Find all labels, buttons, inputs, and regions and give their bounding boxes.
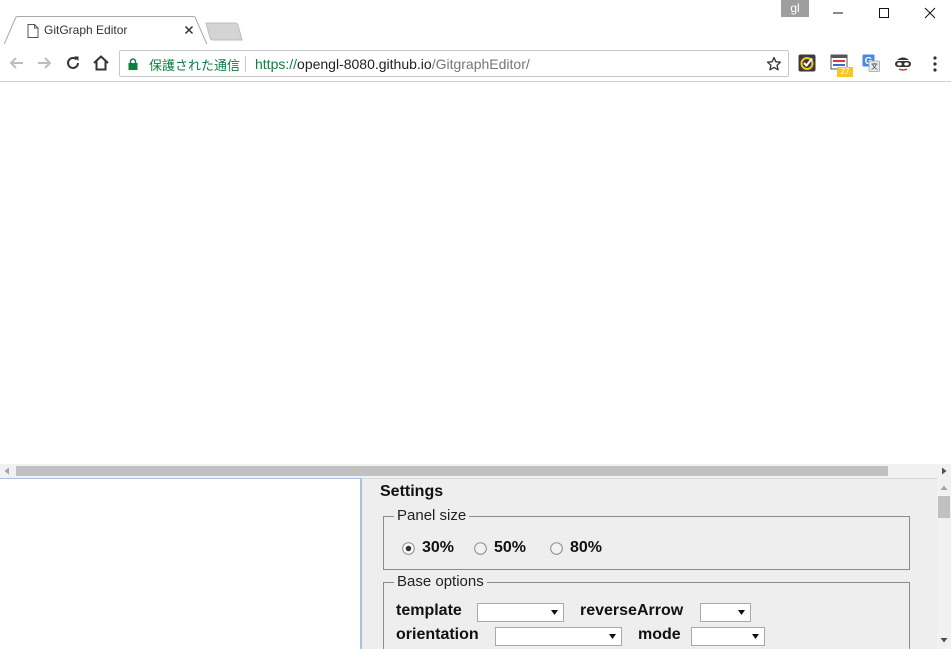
lock-icon <box>128 58 138 70</box>
translate-icon[interactable]: G <box>862 54 880 72</box>
orientation-select[interactable] <box>495 627 622 646</box>
scroll-up-icon[interactable] <box>940 484 948 492</box>
mode-label: mode <box>638 626 681 643</box>
url-host: opengl-8080.github.io <box>297 56 432 72</box>
dropdown-arrow-icon <box>609 634 616 639</box>
window-close-button[interactable] <box>907 0 951 26</box>
browser-toolbar: 保護された通信 https://opengl-8080.github.io/Gi… <box>0 44 951 82</box>
template-label: template <box>396 602 462 619</box>
scroll-down-icon[interactable] <box>940 636 948 644</box>
reload-icon[interactable] <box>64 54 82 72</box>
more-vert-icon[interactable] <box>928 55 942 73</box>
tab-strip: GitGraph Editor gl <box>0 0 951 45</box>
tab-title: GitGraph Editor <box>44 23 128 37</box>
url-path: /GitgraphEditor/ <box>431 56 530 72</box>
home-icon[interactable] <box>92 54 110 72</box>
star-icon[interactable] <box>766 56 782 72</box>
settings-panel: Settings Panel size 30% 50% 80% Base opt… <box>362 478 937 649</box>
base-options-legend: Base options <box>394 573 487 591</box>
extension-checkmark-icon[interactable] <box>798 54 816 72</box>
secure-connection-label[interactable]: 保護された通信 <box>149 55 240 74</box>
address-separator <box>245 56 246 72</box>
vertical-scroll-thumb[interactable] <box>938 496 950 518</box>
tab-gitgraph-editor[interactable]: GitGraph Editor <box>4 16 208 45</box>
url-text[interactable]: https://opengl-8080.github.io/GitgraphEd… <box>255 56 530 72</box>
maximize-button[interactable] <box>861 0 907 26</box>
browser-window: GitGraph Editor gl 保護された通信 https://openg… <box>0 0 951 649</box>
new-tab-button[interactable] <box>205 22 243 41</box>
horizontal-scroll-thumb[interactable] <box>16 466 888 476</box>
close-window-icon <box>924 7 936 19</box>
minimize-button[interactable] <box>815 0 861 26</box>
extension-count-badge: 27 <box>837 67 853 77</box>
dropdown-arrow-icon <box>738 610 745 615</box>
page-icon <box>27 24 39 38</box>
minimize-icon <box>833 12 843 14</box>
mode-select[interactable] <box>691 627 765 646</box>
dropdown-arrow-icon <box>551 610 558 615</box>
graph-canvas[interactable] <box>0 83 951 464</box>
orientation-label: orientation <box>396 626 479 643</box>
panel-size-label-80[interactable]: 80% <box>570 539 602 557</box>
maximize-icon <box>879 8 889 18</box>
panel-size-label-50[interactable]: 50% <box>494 539 526 557</box>
reverse-arrow-select[interactable] <box>700 603 751 622</box>
dropdown-arrow-icon <box>752 634 759 639</box>
panel-size-label-30[interactable]: 30% <box>422 539 454 557</box>
radio-unchecked-icon[interactable] <box>550 542 563 555</box>
scroll-left-icon[interactable] <box>3 467 11 475</box>
back-arrow-icon[interactable] <box>8 54 26 72</box>
radio-checked-icon[interactable] <box>402 542 415 555</box>
url-scheme: https:// <box>255 56 298 72</box>
close-icon[interactable] <box>182 23 196 37</box>
address-bar[interactable]: 保護された通信 https://opengl-8080.github.io/Gi… <box>119 50 789 77</box>
template-select[interactable] <box>477 603 564 622</box>
settings-vertical-scrollbar[interactable] <box>937 478 951 649</box>
base-options-fieldset: Base options template reverseArrow orien… <box>383 573 910 649</box>
panel-size-legend: Panel size <box>394 507 470 525</box>
profile-badge[interactable]: gl <box>781 0 809 17</box>
incognito-extension-icon[interactable] <box>894 54 912 72</box>
panel-size-fieldset: Panel size 30% 50% 80% <box>383 507 910 570</box>
radio-unchecked-icon[interactable] <box>474 542 487 555</box>
horizontal-scrollbar[interactable] <box>0 464 951 478</box>
settings-title: Settings <box>380 483 444 500</box>
reverse-arrow-label: reverseArrow <box>580 602 684 619</box>
forward-arrow-icon[interactable] <box>35 54 53 72</box>
editor-pane[interactable] <box>0 478 362 649</box>
scroll-right-icon[interactable] <box>940 467 948 475</box>
